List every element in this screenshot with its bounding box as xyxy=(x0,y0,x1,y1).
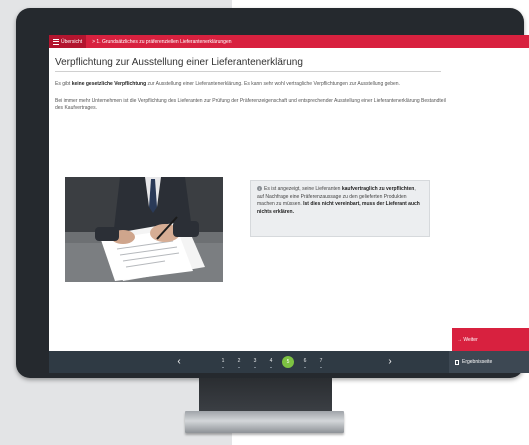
page-number: 7 xyxy=(319,358,323,364)
page-5-active[interactable]: 5 xyxy=(282,356,294,368)
info-bold-obligation: kaufvertraglich zu verpflichten xyxy=(341,186,415,192)
page-number: 1 xyxy=(221,358,225,364)
intro-text-end: zur Ausstellung einer Lieferantenerkläru… xyxy=(146,81,400,87)
overview-label: Übersicht xyxy=(61,38,83,45)
breadcrumb[interactable]: > 1. Grundsätzliches zu präferenziellen … xyxy=(86,39,231,45)
page-dot xyxy=(222,367,224,368)
content-area: Verpflichtung zur Ausstellung einer Lief… xyxy=(55,57,475,113)
overview-menu-button[interactable]: Übersicht xyxy=(49,35,87,48)
page-4[interactable]: 4 xyxy=(266,356,276,368)
screen: Übersicht > 1. Grundsätzliches zu präfer… xyxy=(49,35,529,373)
info-icon: i xyxy=(257,186,262,192)
page-dot xyxy=(270,367,272,368)
previous-page-button[interactable]: ‹ xyxy=(172,356,186,368)
page-1[interactable]: 1 xyxy=(218,356,228,368)
page-dot xyxy=(254,367,256,368)
intro-text-start: Es gibt xyxy=(55,81,72,87)
page-number: 5 xyxy=(286,359,290,365)
monitor-stand-base xyxy=(185,411,344,433)
info-text-start: Es ist angezeigt, seine Lieferanten xyxy=(264,186,342,192)
page-7[interactable]: 7 xyxy=(316,356,326,368)
results-label: Ergebnisseite xyxy=(462,359,493,365)
page-dot xyxy=(304,367,306,368)
page-3[interactable]: 3 xyxy=(250,356,260,368)
intro-paragraph: Es gibt keine gesetzliche Verpflichtung … xyxy=(55,81,455,89)
monitor-stand-neck xyxy=(199,378,332,412)
page-6[interactable]: 6 xyxy=(300,356,310,368)
contract-signing-photo xyxy=(65,177,223,282)
page-2[interactable]: 2 xyxy=(234,356,244,368)
page-dot xyxy=(238,367,240,368)
results-page-button[interactable]: Ergebnisseite xyxy=(449,351,529,373)
page-number: 2 xyxy=(237,358,241,364)
page-number: 3 xyxy=(253,358,257,364)
info-box: i Es ist angezeigt, seine Lieferanten kau… xyxy=(250,180,430,237)
next-page-button[interactable]: › xyxy=(383,356,397,368)
next-button[interactable]: → Weiter xyxy=(452,328,529,351)
page-number: 6 xyxy=(303,358,307,364)
page-title: Verpflichtung zur Ausstellung einer Lief… xyxy=(55,57,441,72)
page-list: 1 2 3 4 5 6 7 xyxy=(218,356,326,368)
top-navigation-bar: Übersicht > 1. Grundsätzliches zu präfer… xyxy=(49,35,529,48)
page-dot xyxy=(320,367,322,368)
bottom-pagination-bar: ‹ 1 2 3 4 5 6 7 › Ergebnisseite xyxy=(49,351,529,373)
page-number: 4 xyxy=(269,358,273,364)
signing-illustration xyxy=(65,177,223,282)
intro-bold-text: keine gesetzliche Verpflichtung xyxy=(71,81,147,87)
monitor: Übersicht > 1. Grundsätzliches zu präfer… xyxy=(16,8,529,378)
hamburger-icon xyxy=(53,38,59,45)
document-icon xyxy=(455,359,459,365)
contract-paragraph: Bei immer mehr Unternehmen ist die Verpf… xyxy=(55,97,446,112)
